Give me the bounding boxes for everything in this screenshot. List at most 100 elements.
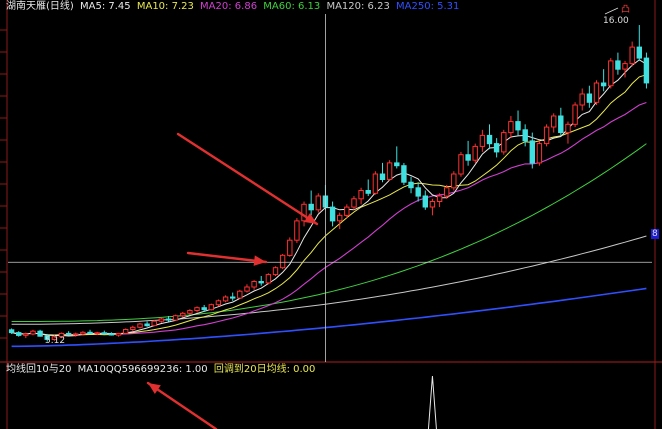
candle-body bbox=[80, 331, 86, 335]
candle-body bbox=[108, 333, 115, 336]
candle-body bbox=[137, 323, 143, 328]
ma5-line bbox=[11, 59, 647, 337]
candle-body bbox=[515, 121, 521, 131]
candle-body bbox=[565, 123, 571, 134]
candle-body bbox=[586, 93, 593, 103]
candle-body bbox=[8, 329, 15, 334]
candle-body bbox=[144, 323, 150, 327]
candle-body bbox=[508, 121, 514, 134]
candle-body bbox=[629, 46, 635, 65]
arrow-annotation-upper bbox=[176, 132, 319, 226]
candle-body bbox=[408, 181, 414, 189]
ma20-value: MA20: 6.86 bbox=[200, 1, 258, 12]
candle-body bbox=[94, 332, 100, 335]
candle-body bbox=[180, 312, 186, 317]
candle-body bbox=[401, 165, 407, 183]
candle-body bbox=[394, 162, 400, 167]
candle-body bbox=[344, 206, 350, 216]
right-axis-price-tag: 8 bbox=[651, 229, 659, 239]
candle-body bbox=[436, 195, 443, 202]
candle-body bbox=[258, 281, 264, 284]
arrow-annotation-lower bbox=[146, 381, 218, 429]
candle-body bbox=[536, 143, 543, 164]
candle-body bbox=[358, 190, 364, 200]
arrow-annotation-lower-head bbox=[148, 383, 161, 395]
candle-body bbox=[301, 203, 307, 222]
ma5-value: MA5: 7.45 bbox=[80, 1, 131, 12]
candle-body bbox=[493, 143, 500, 153]
candle-body bbox=[158, 318, 165, 322]
chart-stage[interactable]: 湖南天雁(日线) MA5: 7.45 MA10: 7.23 MA20: 6.86… bbox=[0, 0, 662, 429]
candle-body bbox=[543, 126, 550, 145]
candle-body bbox=[429, 201, 436, 208]
candle-body bbox=[130, 326, 136, 330]
candle-body bbox=[272, 267, 279, 276]
ma-legend: 湖南天雁(日线) MA5: 7.45 MA10: 7.23 MA20: 6.86… bbox=[6, 1, 462, 13]
candle-body bbox=[622, 63, 628, 70]
candle-body bbox=[386, 162, 393, 180]
candle-body bbox=[522, 129, 528, 142]
candle-body bbox=[415, 187, 421, 197]
candle-body bbox=[608, 60, 614, 87]
candle-body bbox=[151, 320, 157, 327]
candle-body bbox=[593, 82, 600, 103]
candle-body bbox=[422, 195, 429, 208]
candle-body bbox=[208, 304, 215, 311]
low-price-label: 5.12 bbox=[45, 336, 66, 346]
candle-body bbox=[165, 318, 172, 321]
ma250-value: MA250: 5.31 bbox=[396, 1, 460, 12]
ma250-line bbox=[11, 287, 647, 348]
candle-body bbox=[287, 239, 293, 256]
candle-body bbox=[115, 332, 122, 336]
arrow-annotation-middle bbox=[186, 251, 268, 266]
candle-body bbox=[572, 104, 578, 125]
candle-body bbox=[87, 331, 93, 334]
candle-body bbox=[30, 330, 36, 335]
candle-body bbox=[458, 154, 464, 175]
candle-body bbox=[365, 190, 371, 194]
high-marker-icon: 凸 bbox=[621, 5, 631, 15]
indicator-legend: 均线回10与20 MA10QQ596699236: 1.00 回调到20日均线:… bbox=[6, 364, 318, 376]
candle-body bbox=[486, 134, 493, 145]
candle-body bbox=[379, 173, 386, 180]
candle-body bbox=[237, 290, 243, 299]
ma60-value: MA60: 6.13 bbox=[263, 1, 321, 12]
arrow-annotation-upper-shaft bbox=[176, 132, 319, 226]
ma10-value: MA10: 7.23 bbox=[136, 1, 194, 12]
arrow-annotation-lower-shaft bbox=[146, 381, 218, 429]
ma120-line bbox=[11, 235, 647, 325]
candle-body bbox=[172, 315, 179, 321]
candle-body bbox=[372, 173, 379, 194]
candle-body bbox=[16, 332, 22, 336]
indicator-value-2: 回调到20日均线: 0.00 bbox=[213, 364, 316, 375]
candle-body bbox=[351, 198, 357, 208]
candle-body bbox=[244, 286, 250, 292]
candle-body bbox=[579, 93, 585, 106]
ma120-value: MA120: 6.23 bbox=[326, 1, 390, 12]
candle-body bbox=[123, 329, 129, 334]
candle-body bbox=[329, 206, 336, 222]
indicator-value-1: MA10QQ596699236: 1.00 bbox=[77, 364, 208, 375]
high-price-label: 16.00 bbox=[603, 16, 629, 26]
candle-body bbox=[551, 115, 557, 128]
candle-body bbox=[37, 330, 43, 337]
high-pointer-line bbox=[604, 7, 619, 15]
candle-body bbox=[23, 333, 29, 336]
candle-body bbox=[615, 60, 621, 70]
candle-body bbox=[215, 300, 222, 306]
candle-body bbox=[444, 187, 450, 197]
candle-body bbox=[643, 57, 650, 84]
candle-body bbox=[600, 82, 607, 87]
candle-body bbox=[315, 195, 322, 211]
candle-body bbox=[201, 307, 207, 311]
candle-body bbox=[472, 145, 478, 161]
candle-body bbox=[194, 307, 200, 312]
stock-title: 湖南天雁(日线) bbox=[6, 1, 74, 12]
candle-body bbox=[73, 333, 79, 336]
candle-body bbox=[451, 173, 457, 189]
indicator-name: 均线回10与20 bbox=[6, 364, 72, 375]
candle-body bbox=[187, 310, 193, 314]
candle-body bbox=[501, 132, 507, 153]
candle-body bbox=[294, 220, 300, 241]
candle-body bbox=[279, 254, 286, 269]
